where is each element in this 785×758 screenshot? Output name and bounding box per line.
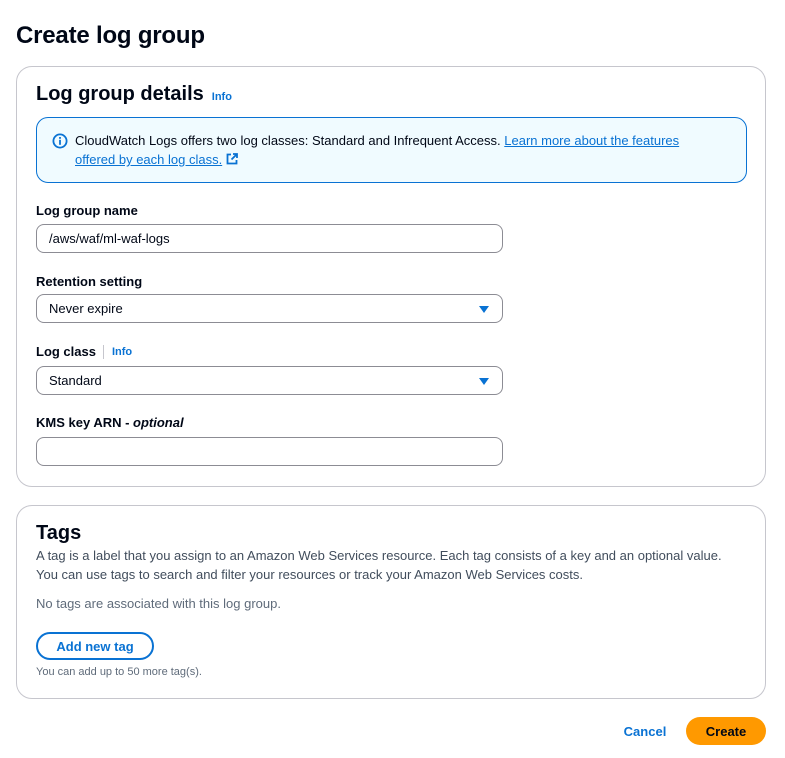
- kms-key-arn-input[interactable]: [36, 437, 503, 466]
- log-class-info-link[interactable]: Info: [112, 346, 132, 358]
- external-link-icon: [226, 153, 239, 165]
- page-title: Create log group: [16, 22, 205, 49]
- alert-message: CloudWatch Logs offers two log classes: …: [75, 133, 501, 148]
- log-group-details-panel: Log group details Info CloudWatch Logs o…: [16, 66, 766, 487]
- log-class-select[interactable]: Standard: [36, 366, 503, 395]
- add-new-tag-button[interactable]: Add new tag: [36, 632, 154, 660]
- details-title: Log group details: [36, 83, 204, 105]
- tags-title: Tags: [36, 522, 82, 544]
- details-header: Log group details Info: [36, 83, 232, 106]
- cancel-button[interactable]: Cancel: [616, 718, 674, 744]
- label-divider: [102, 344, 104, 359]
- info-circle-icon: [52, 133, 68, 149]
- retention-setting-label: Retention setting: [36, 274, 142, 289]
- tags-panel: Tags A tag is a label that you assign to…: [16, 505, 766, 699]
- retention-setting-label-text: Retention setting: [36, 274, 143, 289]
- log-group-name-value: /aws/waf/ml-waf-logs: [49, 231, 170, 246]
- log-group-name-label-text: Log group name: [36, 203, 138, 218]
- tags-description: A tag is a label that you assign to an A…: [36, 548, 722, 582]
- log-class-label: Log class Info: [36, 344, 132, 359]
- tags-empty-state: No tags are associated with this log gro…: [36, 596, 281, 611]
- kms-optional-text: optional: [133, 415, 184, 430]
- create-button[interactable]: Create: [686, 717, 766, 745]
- log-group-name-label: Log group name: [36, 203, 138, 218]
- kms-key-arn-label-text: KMS key ARN -: [36, 415, 134, 430]
- details-info-link[interactable]: Info: [212, 91, 232, 103]
- alert-text: CloudWatch Logs offers two log classes: …: [75, 131, 715, 169]
- retention-setting-value: Never expire: [49, 301, 123, 316]
- caret-down-icon: [479, 378, 489, 385]
- log-class-label-text: Log class: [36, 344, 96, 359]
- log-class-value: Standard: [49, 373, 102, 388]
- retention-setting-select[interactable]: Never expire: [36, 294, 503, 323]
- caret-down-icon: [479, 306, 489, 313]
- log-class-info-alert: CloudWatch Logs offers two log classes: …: [36, 117, 747, 183]
- kms-key-arn-label: KMS key ARN - optional: [36, 415, 184, 430]
- tags-limit-hint: You can add up to 50 more tag(s).: [36, 666, 202, 678]
- log-group-name-input[interactable]: /aws/waf/ml-waf-logs: [36, 224, 503, 253]
